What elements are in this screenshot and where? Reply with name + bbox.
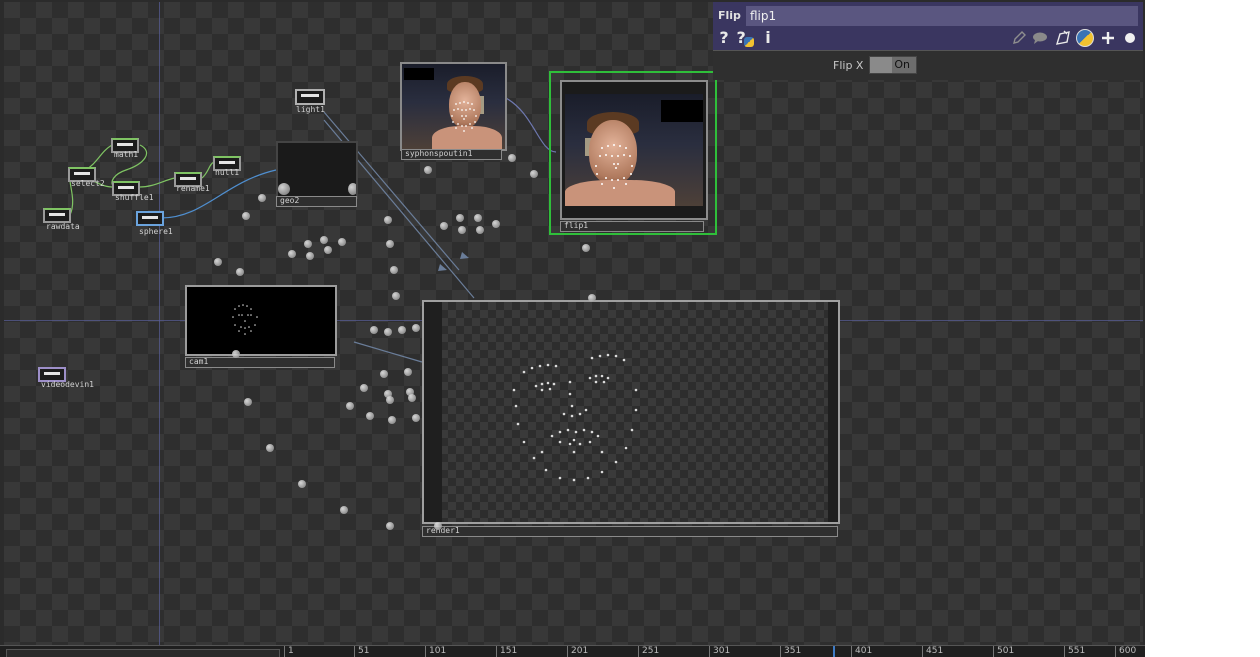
timeline-tick: 451	[922, 646, 943, 657]
timeline-tick: 151	[496, 646, 517, 657]
parameter-panel-header: Flip flip1 ? ? i	[713, 2, 1143, 51]
timeline-playhead[interactable]	[833, 646, 835, 657]
parameter-panel: Flip flip1 ? ? i Flip X On	[713, 2, 1143, 80]
timeline-tick: 101	[425, 646, 446, 657]
timeline-tick: 301	[709, 646, 730, 657]
help-icon[interactable]: ?	[715, 28, 733, 48]
timeline-range-box[interactable]	[6, 649, 280, 657]
operator-type: Flip	[718, 9, 741, 22]
timeline-tick: 201	[567, 646, 588, 657]
timeline-bar[interactable]: 1 51 101 151 201 251 301 351 401 451 501…	[0, 645, 1145, 657]
timeline-tick: 600	[1115, 646, 1136, 657]
node-clone-icon[interactable]	[1054, 28, 1072, 48]
operator-name-field[interactable]: flip1	[746, 6, 1138, 26]
touchdesigner-window: light1 math1 select2 shuffle1 rename1 nu…	[0, 0, 1145, 657]
sphere-instance-cloud	[4, 2, 1143, 645]
flip-x-toggle-knob	[870, 57, 892, 73]
network-editor[interactable]: light1 math1 select2 shuffle1 rename1 nu…	[4, 2, 1143, 645]
python-icon[interactable]	[1076, 28, 1094, 48]
timeline-tick: 401	[851, 646, 872, 657]
python-help-icon[interactable]: ?	[736, 28, 754, 48]
flip-x-value: On	[894, 58, 910, 71]
timeline-tick: 551	[1064, 646, 1085, 657]
add-icon[interactable]	[1099, 28, 1117, 48]
edit-icon[interactable]	[1010, 28, 1028, 48]
timeline-tick: 351	[780, 646, 801, 657]
dot-icon[interactable]	[1121, 28, 1139, 48]
info-icon[interactable]: i	[759, 28, 777, 48]
flip-x-label: Flip X	[833, 59, 864, 72]
timeline-tick: 51	[354, 646, 369, 657]
comment-icon[interactable]	[1031, 28, 1049, 48]
timeline-tick: 501	[993, 646, 1014, 657]
flip-x-toggle[interactable]: On	[869, 56, 917, 74]
timeline-tick: 251	[638, 646, 659, 657]
timeline-tick: 1	[284, 646, 294, 657]
